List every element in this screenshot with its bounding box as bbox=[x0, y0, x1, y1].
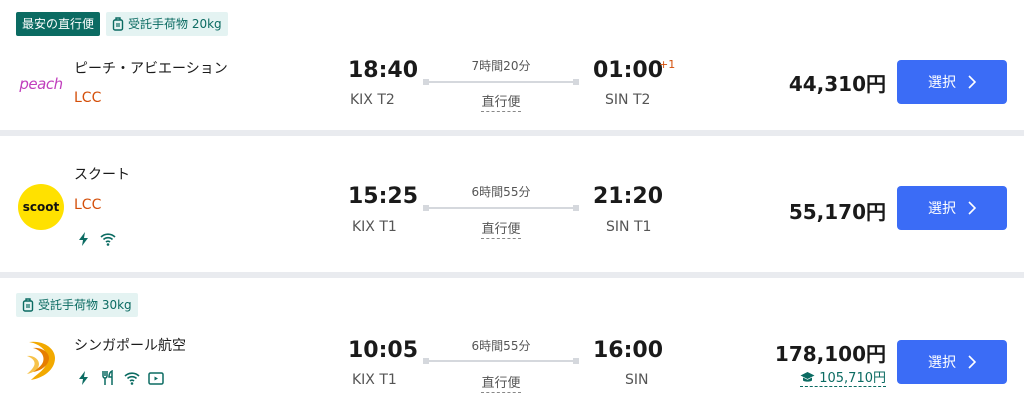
luggage-icon bbox=[22, 298, 34, 312]
arrival-time: 16:00 bbox=[593, 338, 664, 363]
arrival-time: 01:00 bbox=[593, 58, 664, 83]
chevron-right-icon bbox=[968, 75, 976, 89]
cheapest-direct-badge: 最安の直行便 bbox=[16, 12, 101, 36]
airline-type: LCC bbox=[74, 90, 102, 106]
chevron-right-icon bbox=[968, 355, 976, 369]
select-button[interactable]: 選択 bbox=[897, 186, 1007, 230]
departure-airport: KIX T2 bbox=[350, 92, 395, 108]
student-price[interactable]: 105,710円 bbox=[800, 367, 886, 387]
direct-flight-label[interactable]: 直行便 bbox=[421, 91, 581, 112]
baggage-label: 受託手荷物 20kg bbox=[128, 17, 222, 31]
route-line bbox=[423, 358, 579, 364]
flight-duration: 6時間55分 bbox=[471, 339, 531, 353]
luggage-icon bbox=[112, 17, 124, 31]
meal-icon bbox=[102, 370, 113, 385]
select-button[interactable]: 選択 bbox=[897, 340, 1007, 384]
direct-flight-label[interactable]: 直行便 bbox=[421, 218, 581, 239]
baggage-badge: 受託手荷物 20kg bbox=[106, 12, 228, 36]
airline-type: LCC bbox=[74, 197, 102, 213]
direct-flight-label[interactable]: 直行便 bbox=[421, 372, 581, 393]
flight-card[interactable]: 最安の直行便 受託手荷物 20kg peach ピーチ・アビエーション LCC … bbox=[0, 0, 1024, 130]
airline-name: シンガポール航空 bbox=[74, 338, 186, 354]
power-icon bbox=[79, 371, 88, 385]
scoot-logo: scoot bbox=[18, 184, 64, 230]
route-line bbox=[423, 79, 579, 85]
flight-duration: 6時間55分 bbox=[471, 185, 531, 199]
airline-logo: peach bbox=[16, 59, 66, 109]
wifi-icon bbox=[124, 372, 140, 385]
peach-logo-text: peach bbox=[19, 75, 63, 93]
airline-name: ピーチ・アビエーション bbox=[74, 61, 228, 77]
arrival-time: 21:20 bbox=[593, 184, 664, 209]
route-line bbox=[423, 205, 579, 211]
departure-airport: KIX T1 bbox=[352, 219, 397, 235]
baggage-label: 受託手荷物 30kg bbox=[38, 298, 132, 312]
badge-group: 最安の直行便 受託手荷物 20kg bbox=[16, 12, 228, 36]
singapore-airlines-logo bbox=[27, 341, 55, 380]
badge-group: 受託手荷物 30kg bbox=[16, 293, 138, 317]
arrival-airport: SIN T1 bbox=[606, 219, 652, 235]
baggage-badge: 受託手荷物 30kg bbox=[16, 293, 138, 317]
departure-time: 10:05 bbox=[348, 338, 419, 363]
price: 178,100円 bbox=[774, 342, 886, 366]
flight-duration: 7時間20分 bbox=[471, 59, 531, 73]
graduation-cap-icon bbox=[800, 371, 815, 382]
departure-time: 18:40 bbox=[348, 58, 419, 83]
power-icon bbox=[79, 232, 88, 246]
price: 55,170円 bbox=[788, 200, 886, 224]
price: 44,310円 bbox=[788, 72, 886, 96]
arrival-airport: SIN bbox=[625, 372, 649, 388]
departure-airport: KIX T1 bbox=[352, 372, 397, 388]
entertainment-icon bbox=[148, 372, 164, 385]
amenities-list bbox=[76, 231, 116, 247]
departure-time: 15:25 bbox=[348, 184, 419, 209]
select-button[interactable]: 選択 bbox=[897, 60, 1007, 104]
flight-card[interactable]: scoot スクート LCC 15:25 KIX T1 6時間55分 直行便 2… bbox=[0, 136, 1024, 272]
next-day-indicator: +1 bbox=[659, 58, 676, 71]
airline-name: スクート bbox=[74, 167, 130, 183]
arrival-airport: SIN T2 bbox=[605, 92, 651, 108]
airline-logo bbox=[16, 336, 66, 386]
amenities-list bbox=[76, 370, 164, 386]
chevron-right-icon bbox=[968, 201, 976, 215]
airline-logo: scoot bbox=[16, 182, 66, 232]
flight-card[interactable]: 受託手荷物 30kg シンガポール航空 10:05 KIX T1 6時間55分 … bbox=[0, 278, 1024, 410]
wifi-icon bbox=[100, 233, 116, 246]
